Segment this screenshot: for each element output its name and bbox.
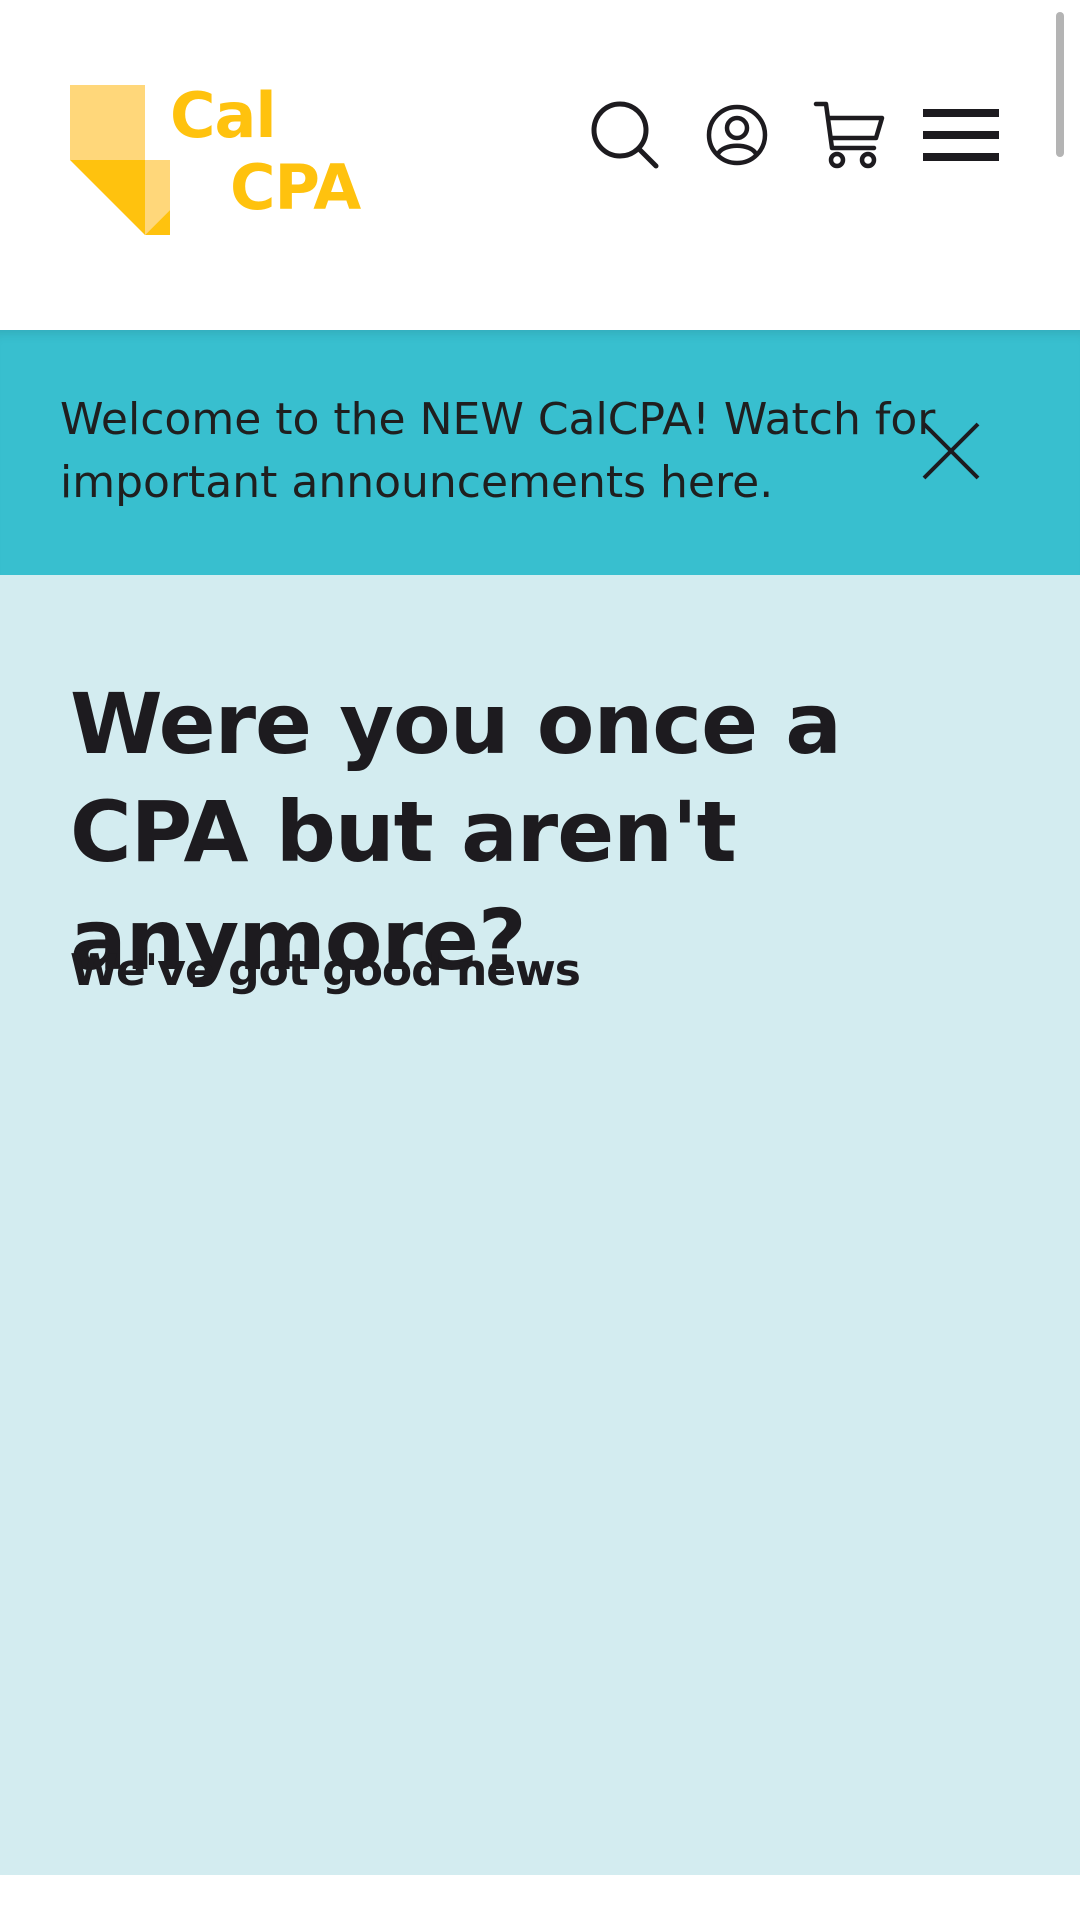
account-icon <box>706 104 768 166</box>
close-announcement-button[interactable] <box>918 418 984 484</box>
scrollbar-thumb[interactable] <box>1056 12 1064 157</box>
cart-button[interactable] <box>804 90 894 180</box>
cart-icon <box>813 101 885 169</box>
search-button[interactable] <box>580 90 670 180</box>
close-icon <box>922 422 980 480</box>
menu-icon <box>923 109 999 161</box>
announcement-text: Welcome to the NEW CalCPA! Watch for imp… <box>60 394 936 508</box>
logo-mark-icon <box>70 85 170 235</box>
hero-section: Were you once a CPA but aren't anymore? … <box>0 575 1080 1875</box>
page: Cal CPA Welcome to the NEW CalCPA! Watch… <box>0 0 1080 1920</box>
logo-text-cpa: CPA <box>230 151 361 224</box>
announcement-banner: Welcome to the NEW CalCPA! Watch for imp… <box>0 330 1080 575</box>
calcpa-logo[interactable]: Cal CPA <box>70 85 390 245</box>
header-actions <box>580 90 1006 180</box>
logo-text-cal: Cal <box>170 79 277 152</box>
menu-button[interactable] <box>916 90 1006 180</box>
site-header: Cal CPA <box>0 0 1080 330</box>
search-icon <box>591 101 659 169</box>
account-button[interactable] <box>692 90 782 180</box>
hero-subtitle: We've got good news <box>70 945 581 996</box>
